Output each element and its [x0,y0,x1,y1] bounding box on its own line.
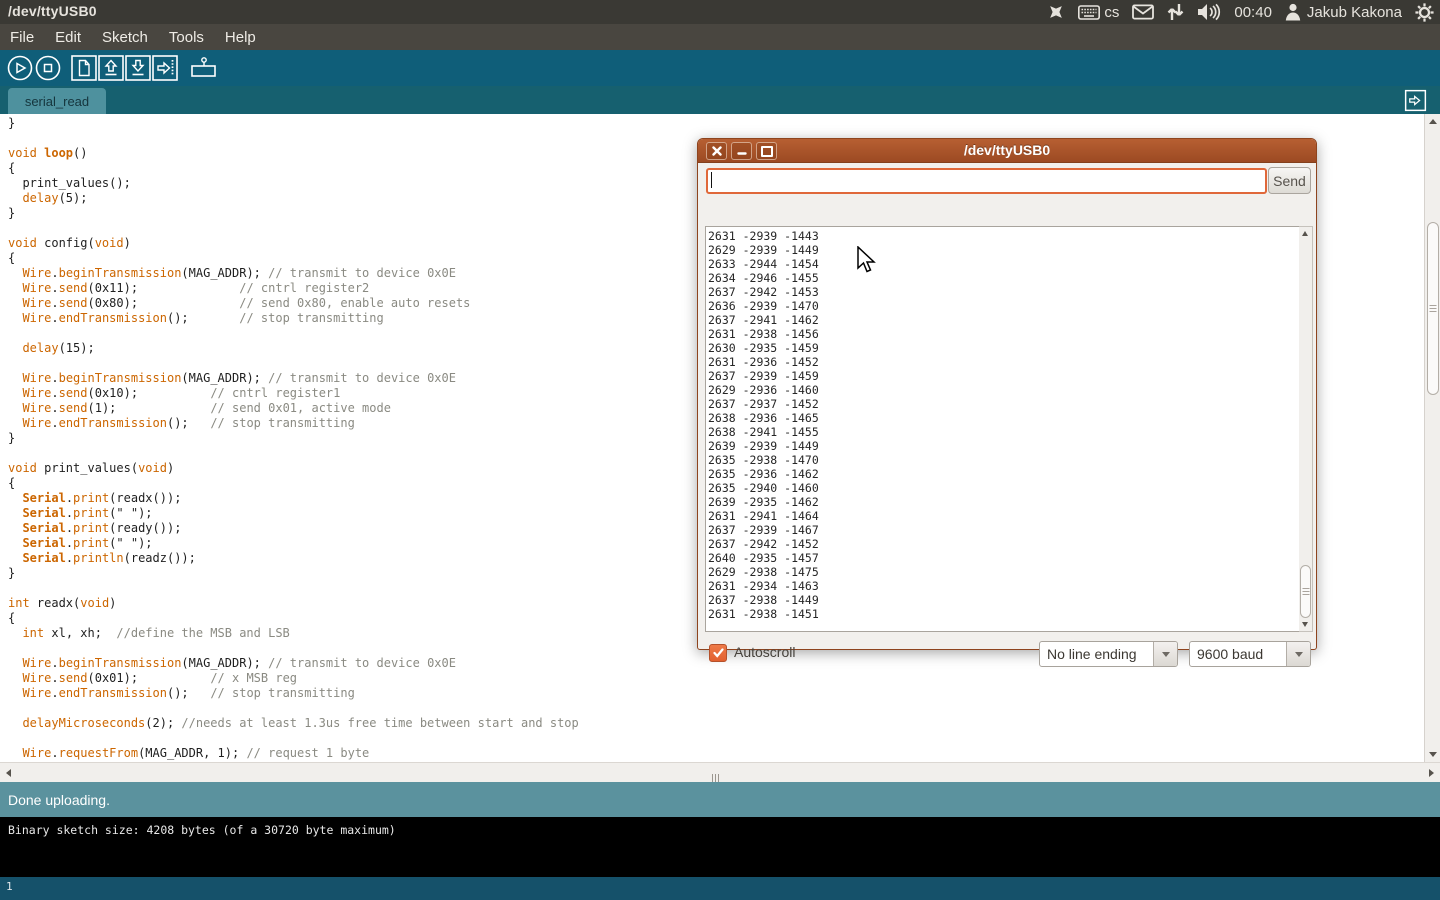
menu-edit[interactable]: Edit [55,29,81,46]
serial-monitor-icon [188,54,218,82]
scroll-up-icon[interactable] [1429,119,1437,124]
tab-menu-icon[interactable] [1404,89,1427,112]
tab-bar: serial_read [0,86,1440,114]
line-ending-select[interactable]: No line ending [1039,641,1178,667]
baud-rate-select[interactable]: 9600 baud [1189,641,1311,667]
session-gear-icon[interactable] [1415,3,1434,22]
menu-tools[interactable]: Tools [169,29,204,46]
serial-scroll-up-icon[interactable] [1302,231,1308,236]
autoscroll-label: Autoscroll [734,644,795,660]
clock[interactable]: 00:40 [1234,4,1272,21]
serial-monitor-titlebar[interactable]: /dev/ttyUSB0 [698,139,1316,163]
tab-serial-read[interactable]: serial_read [8,88,106,114]
editor-vertical-scrollbar[interactable] [1424,114,1440,762]
user-icon [1285,3,1301,21]
menu-file[interactable]: File [10,29,34,46]
current-line-number: 1 [6,880,13,893]
verify-button[interactable] [6,54,34,82]
status-message: Done uploading. [8,792,110,808]
serial-scroll-down-icon[interactable] [1302,622,1308,627]
system-tray: cs 00:40 Jakub Kakona [1047,0,1434,24]
scroll-down-icon[interactable] [1429,752,1437,757]
new-sketch-button[interactable] [70,54,98,82]
serial-monitor-controls: Autoscroll No line ending 9600 baud [698,640,1316,670]
user-name: Jakub Kakona [1307,4,1402,21]
line-number-strip: 1 [0,877,1440,900]
line-ending-value: No line ending [1040,642,1153,666]
status-bar: Done uploading. [0,782,1440,817]
editor-horizontal-scrollbar[interactable] [0,762,1440,782]
toolbar [0,50,1440,86]
serial-scrollbar[interactable] [1299,226,1313,632]
serial-monitor-window: /dev/ttyUSB0 Send 2631 -2939 -1443 2629 … [697,138,1317,650]
baud-rate-value: 9600 baud [1190,642,1286,666]
play-icon [6,54,34,82]
user-menu[interactable]: Jakub Kakona [1285,3,1402,21]
chevron-down-icon[interactable] [1286,642,1310,666]
console-text: Binary sketch size: 4208 bytes (of a 307… [0,817,1440,844]
mail-icon[interactable] [1132,4,1154,20]
volume-icon[interactable] [1197,3,1221,21]
save-button[interactable] [124,54,152,82]
autoscroll-checkbox[interactable] [709,644,727,662]
scroll-left-icon[interactable] [6,769,11,777]
screen: /dev/ttyUSB0 cs [0,0,1440,900]
menu-sketch[interactable]: Sketch [102,29,148,46]
scroll-right-icon[interactable] [1429,769,1434,777]
serial-input[interactable] [706,168,1267,194]
serial-monitor-title: /dev/ttyUSB0 [698,142,1316,158]
send-button[interactable]: Send [1268,167,1311,194]
serial-monitor-body: Send 2631 -2939 -1443 2629 -2939 -1449 2… [698,163,1316,649]
save-icon [124,54,152,82]
keyboard-icon [1078,5,1100,20]
upload-button[interactable] [151,54,179,82]
text-caret [711,172,712,188]
serial-scrollbar-thumb[interactable] [1300,565,1311,618]
upload-icon [151,54,179,82]
tab-label: serial_read [25,94,89,109]
serial-output[interactable]: 2631 -2939 -1443 2629 -2939 -1449 2633 -… [705,226,1300,632]
network-arrows-icon[interactable] [1167,3,1184,21]
serial-output-text: 2631 -2939 -1443 2629 -2939 -1449 2633 -… [706,227,1299,621]
open-icon [97,54,125,82]
console-output[interactable]: Binary sketch size: 4208 bytes (of a 307… [0,817,1440,877]
panel-window-title: /dev/ttyUSB0 [8,3,97,19]
check-icon [713,648,724,658]
menu-help[interactable]: Help [225,29,256,46]
app-indicator-icon[interactable] [1047,3,1065,21]
top-panel: /dev/ttyUSB0 cs [0,0,1440,24]
keyboard-layout-label: cs [1104,4,1119,21]
open-button[interactable] [97,54,125,82]
chevron-down-icon[interactable] [1153,642,1177,666]
editor-scrollbar-thumb[interactable] [1427,222,1439,395]
stop-button[interactable] [34,54,62,82]
mouse-cursor [856,246,876,274]
keyboard-layout-indicator[interactable]: cs [1078,4,1119,21]
menu-bar: File Edit Sketch Tools Help [0,24,1440,50]
new-file-icon [70,54,98,82]
serial-monitor-button[interactable] [188,54,216,82]
stop-icon [34,54,62,82]
